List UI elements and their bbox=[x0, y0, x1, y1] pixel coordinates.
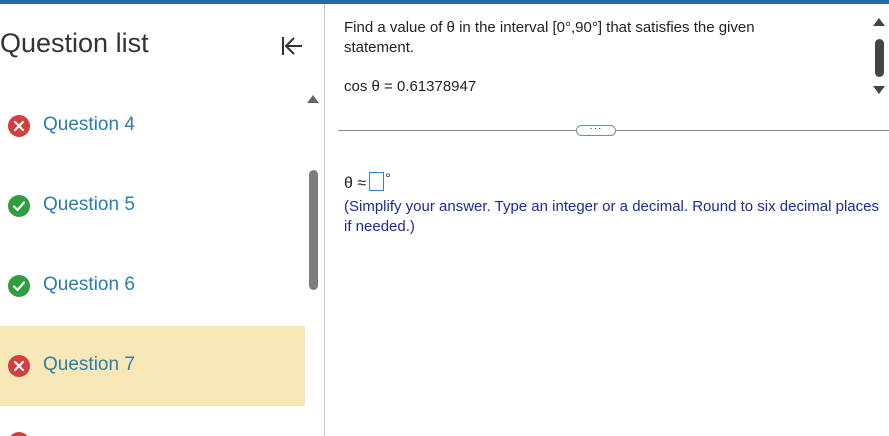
scroll-up-arrow-icon[interactable] bbox=[873, 18, 885, 26]
question-item-4[interactable]: Question 4 bbox=[0, 86, 305, 166]
x-circle-icon bbox=[8, 432, 30, 436]
question-item-6[interactable]: Question 6 bbox=[0, 246, 305, 326]
question-item-label: Question 7 bbox=[43, 354, 135, 375]
sidebar-scrollbar-thumb[interactable] bbox=[309, 170, 318, 290]
check-circle-icon bbox=[8, 195, 30, 217]
question-item-label: Question 5 bbox=[43, 194, 135, 215]
question-item-label: Question 6 bbox=[43, 274, 135, 295]
question-item-label: Question 4 bbox=[43, 114, 135, 135]
answer-hint: (Simplify your answer. Type an integer o… bbox=[344, 198, 879, 235]
x-circle-icon bbox=[8, 355, 30, 377]
answer-row: θ ≈ ° bbox=[344, 170, 391, 193]
collapse-left-icon[interactable] bbox=[280, 34, 304, 58]
x-circle-icon bbox=[8, 115, 30, 137]
content-scrollbar-thumb[interactable] bbox=[875, 39, 884, 77]
question-item-7[interactable]: Question 7 bbox=[0, 326, 305, 406]
question-list-panel: Question list Question 4 Question 5 Ques… bbox=[0, 4, 325, 436]
check-circle-icon bbox=[8, 275, 30, 297]
scroll-up-arrow-icon[interactable] bbox=[307, 95, 319, 103]
more-button[interactable]: ··· bbox=[576, 124, 616, 136]
question-equation: cos θ = 0.61378947 bbox=[344, 78, 477, 95]
scroll-down-arrow-icon[interactable] bbox=[873, 86, 885, 94]
degree-symbol: ° bbox=[385, 170, 391, 186]
answer-input[interactable] bbox=[369, 172, 385, 191]
question-item-5[interactable]: Question 5 bbox=[0, 166, 305, 246]
question-list-title: Question list bbox=[0, 28, 149, 58]
question-prompt: Find a value of θ in the interval [0°,90… bbox=[344, 19, 755, 56]
answer-prefix: θ ≈ bbox=[344, 175, 367, 192]
question-content: Find a value of θ in the interval [0°,90… bbox=[326, 4, 889, 436]
